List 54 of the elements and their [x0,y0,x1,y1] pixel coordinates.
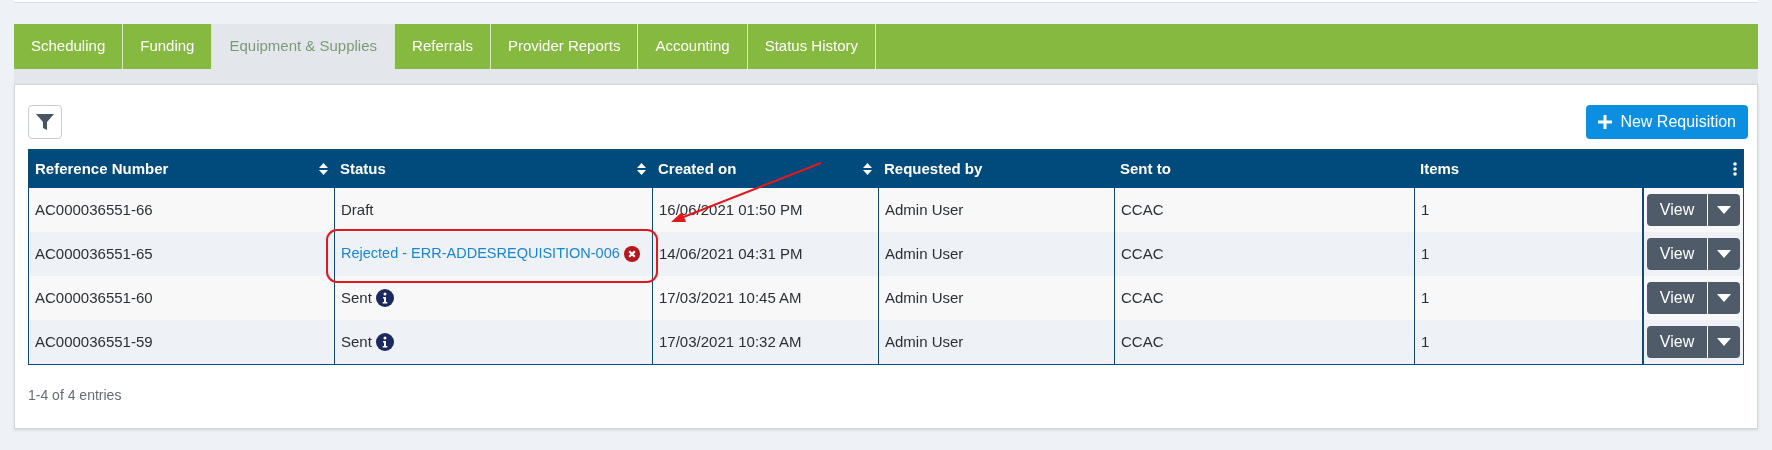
table-cell-text: Admin User [885,331,964,352]
table-cell-text: 14/06/2021 04:31 PM [659,243,803,264]
caret-icon [1717,206,1732,214]
error-icon[interactable] [623,246,640,262]
table-cell-text: CCAC [1121,331,1164,352]
filter-button[interactable] [28,105,62,139]
entries-count: 1-4 of 4 entries [28,386,123,405]
table-cell-text: CCAC [1121,199,1164,220]
table-cell-text: 1 [1421,243,1430,264]
view-button[interactable]: View [1646,282,1708,314]
status-text: Sent [341,331,372,352]
column-header: Requested by [883,158,984,179]
caret-icon [1717,250,1732,258]
table-cell-text: AC000036551-66 [35,199,153,220]
column-header[interactable]: Reference Number [29,150,334,188]
status-link[interactable]: Rejected - ERR-ADDESREQUISITION-006 [341,243,620,265]
table-cell-text: 1 [1421,287,1430,308]
table-cell-text: Admin User [885,243,964,264]
column-header: Items [1419,158,1461,179]
sort-icon[interactable] [863,163,872,175]
filter-icon [35,112,55,132]
column-header[interactable]: Created on [652,150,878,188]
plus-icon [1598,115,1613,129]
status-text: Draft [341,199,374,220]
new-requisition-button[interactable]: New Requisition [1586,105,1748,139]
info-icon[interactable] [375,289,394,307]
dropdown-button[interactable] [1707,194,1741,226]
view-button[interactable]: View [1646,238,1708,270]
table-cell-text: Admin User [885,287,964,308]
dropdown-button[interactable] [1707,238,1741,270]
table-cell-text: 17/03/2021 10:32 AM [659,331,802,352]
table-cell-text: CCAC [1121,243,1164,264]
info-icon[interactable] [375,333,394,351]
dropdown-button[interactable] [1707,282,1741,314]
view-button[interactable]: View [1646,326,1708,358]
sort-icon[interactable] [637,163,646,175]
table-cell-text: AC000036551-60 [35,287,153,308]
tab[interactable]: Equipment & Supplies [212,24,396,69]
more-icon[interactable] [1733,162,1737,176]
table-cell-text: 1 [1421,199,1430,220]
caret-icon [1717,294,1732,302]
table-cell-text: AC000036551-65 [35,243,153,264]
view-button[interactable]: View [1646,194,1708,226]
table-cell-text: Admin User [885,199,964,220]
dropdown-button[interactable] [1707,326,1741,358]
status-text: Sent [341,287,372,308]
table-cell-text: AC000036551-59 [35,331,153,352]
table-cell-text: CCAC [1121,287,1164,308]
table-cell-text: 17/03/2021 10:45 AM [659,287,802,308]
table-cell-text: 1 [1421,331,1430,352]
sort-icon[interactable] [319,163,328,175]
caret-icon [1717,338,1732,346]
column-header[interactable]: Status [334,150,652,188]
column-header: Sent to [1119,158,1172,179]
